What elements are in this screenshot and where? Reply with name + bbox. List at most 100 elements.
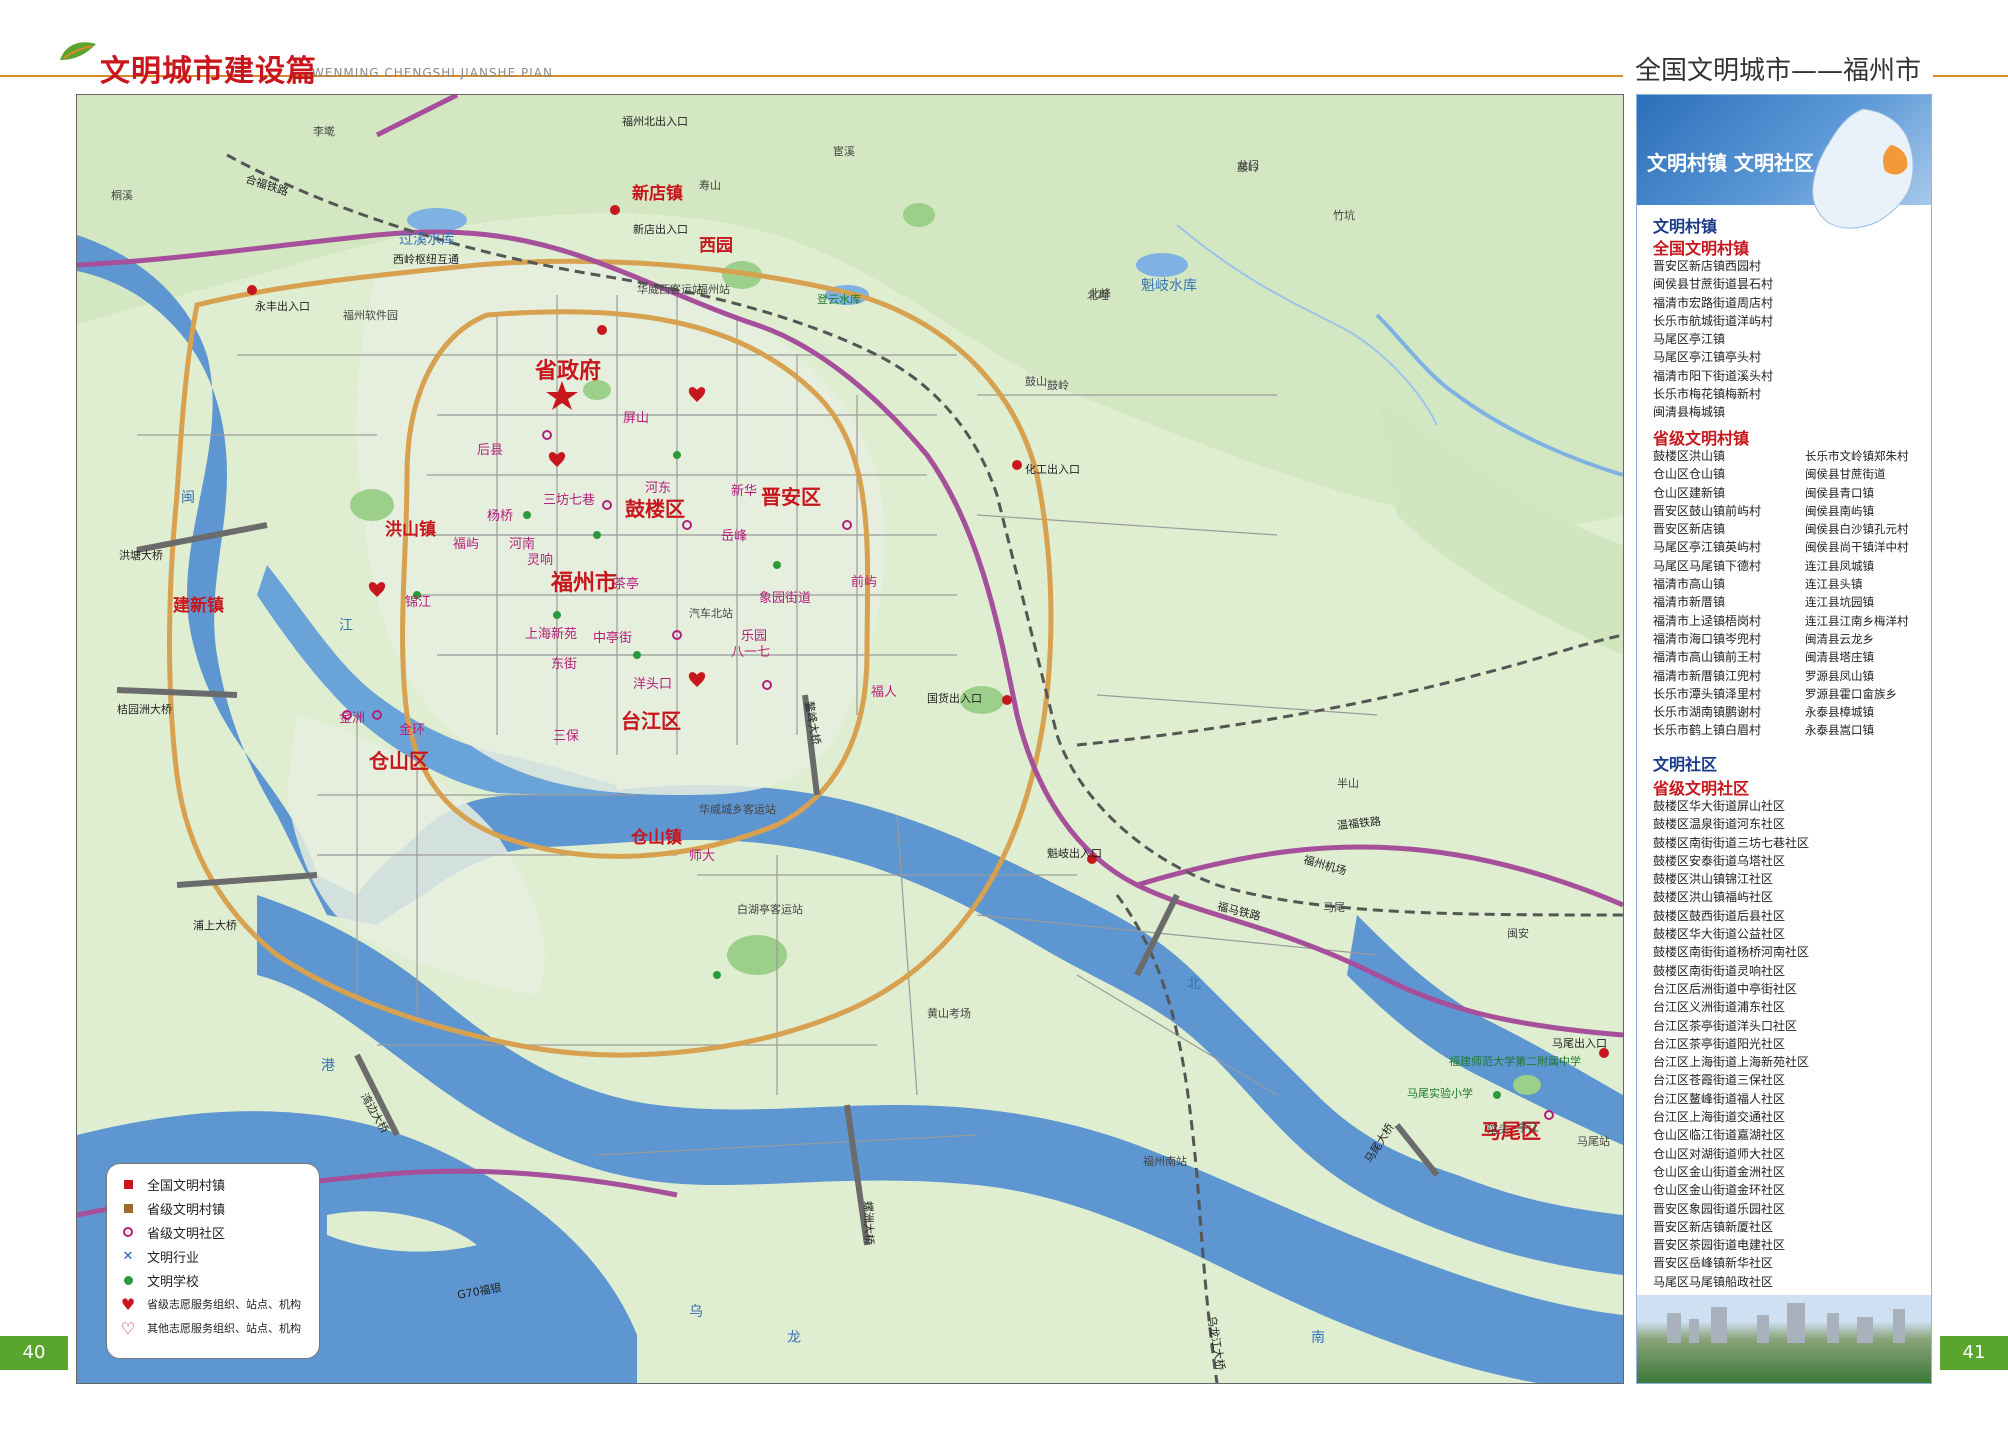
provincial-communities-heading: 省级文明社区: [1653, 779, 1750, 798]
map-legend: 全国文明村镇 省级文明村镇 省级文明社区 ✕ 文明行业 文明学校 ♥ 省级志愿服…: [106, 1163, 320, 1359]
legend-item: 文明学校: [117, 1268, 309, 1292]
list-item: 鼓楼区洪山镇: [1653, 449, 1726, 463]
list-item: 仓山区金山街道金环社区: [1653, 1183, 1786, 1198]
map-label-provincial-gov: 省政府: [535, 359, 602, 384]
national-villages-heading: 全国文明村镇: [1653, 239, 1750, 258]
map-label-water: 龙: [787, 1330, 801, 1346]
list-item: 福清市高山镇: [1653, 577, 1726, 592]
legend-item: ♡ 其他志愿服务组织、站点、机构: [117, 1316, 309, 1340]
map-label-jinan: 晋安区: [761, 485, 821, 509]
list-item: 晋安区岳峰镇新华社区: [1653, 1256, 1774, 1271]
list-item: 连江县江南乡梅洋村: [1805, 613, 1909, 628]
map-label-village: 宦溪: [833, 145, 855, 158]
legend-label: 文明行业: [147, 1250, 200, 1266]
map-label-fuzhou: 福州市: [551, 571, 618, 596]
section-heading-communities: 文明社区: [1653, 755, 1718, 774]
sidebar-panel: 文明村镇 文明社区 文明村镇 全国文明村镇 晋安区新店镇西园村 闽侯县甘蔗街道昙…: [1636, 94, 1932, 1384]
list-item: 闽侯县甘蔗街道昙石村: [1653, 277, 1774, 292]
map-label-community: 福人: [871, 685, 898, 700]
list-item: 晋安区茶园街道电建社区: [1653, 1238, 1786, 1253]
list-item: 闽侯县甘蔗街道: [1805, 467, 1886, 482]
map-label-gulou: 鼓楼区: [625, 497, 685, 521]
list-item: 鼓楼区华大街道屏山社区: [1653, 799, 1786, 813]
map-label-exit: 马尾出入口: [1552, 1037, 1607, 1050]
map-label-community: 师大: [689, 849, 716, 864]
map-label-village: 北埕: [1087, 289, 1109, 302]
map-label-community: 新华: [731, 484, 758, 499]
map-label-water: 南: [1311, 1330, 1325, 1346]
map-label-community: 金洲: [339, 711, 366, 726]
page-number-right: 41: [1940, 1336, 2008, 1370]
list-item: 闽清县塔庄镇: [1805, 650, 1874, 665]
list-item: 马尾区亭江镇亭头村: [1653, 350, 1762, 365]
legend-item: ♥ 省级志愿服务组织、站点、机构: [117, 1292, 309, 1316]
list-item: 仓山区对湖街道师大社区: [1653, 1146, 1786, 1161]
map-label-water: 魁岐水库: [1141, 278, 1197, 294]
map-label-bridge: 洪塘大桥: [119, 549, 163, 562]
map-label-community: 中亭街: [593, 631, 633, 646]
map-label-exit: 新店出入口: [633, 223, 688, 236]
list-item: 福清市宏路街道周店村: [1653, 295, 1774, 310]
list-item: 仓山区临江街道嘉湖社区: [1653, 1128, 1786, 1143]
heart-outline-icon: ♡: [120, 1318, 136, 1338]
list-item: 台江区茶亭街道洋头口社区: [1653, 1018, 1798, 1033]
map-label-water: 乌: [689, 1304, 703, 1320]
list-item: 鼓楼区南街街道杨桥河南社区: [1653, 945, 1810, 960]
map-label-community: 八一七: [731, 645, 771, 660]
provincial-villages-heading: 省级文明村镇: [1653, 429, 1750, 448]
heart-icon: ♥: [120, 1294, 136, 1314]
map-label-school: 福建师范大学第二附属中学: [1449, 1055, 1581, 1068]
square-icon: [123, 1203, 133, 1213]
section-title: 文明城市建设篇: [100, 54, 317, 89]
map-label-bridge: 螺洲大桥: [861, 1200, 876, 1246]
list-item: 闽清县梅城镇: [1653, 405, 1726, 420]
map-label-station: 福州南站: [1143, 1155, 1187, 1168]
map-label-exit: 化工出入口: [1025, 463, 1080, 476]
list-item: 台江区鳌峰街道福人社区: [1653, 1091, 1786, 1106]
list-item: 闽侯县尚干镇洋中村: [1805, 540, 1909, 555]
map-label-place: 黄山考场: [927, 1007, 971, 1020]
sidebar-banner-title: 文明村镇 文明社区: [1647, 151, 1814, 175]
map-label-exit: 国货出入口: [927, 692, 982, 705]
list-item: 长乐市梅花镇梅新村: [1653, 387, 1762, 402]
list-item: 鼓楼区华大街道公益社区: [1653, 927, 1786, 942]
legend-label: 省级志愿服务组织、站点、机构: [147, 1298, 301, 1311]
list-item: 鼓楼区安泰街道乌塔社区: [1653, 853, 1786, 868]
map-label-village: 闽安: [1507, 927, 1529, 940]
map-label-hongshan: 洪山镇: [385, 520, 436, 540]
list-item: 连江县头镇: [1805, 577, 1863, 592]
map-label-village: 亭江: [1517, 1121, 1539, 1134]
map-label-community: 屏山: [623, 411, 650, 426]
map-label-village: 马尾: [1323, 901, 1345, 914]
map-label-village: 鼓岭: [1237, 161, 1259, 174]
map-label-jianxin: 建新镇: [173, 596, 224, 616]
list-item: 鼓楼区温泉街道河东社区: [1653, 817, 1786, 832]
list-item: 台江区上海街道交通社区: [1653, 1110, 1786, 1125]
map-label-village: 竹坑: [1333, 209, 1355, 222]
legend-label: 文明学校: [147, 1274, 200, 1290]
map-label-community: 洋头口: [633, 677, 673, 692]
square-icon: [123, 1179, 133, 1189]
legend-item: 省级文明社区: [117, 1220, 309, 1244]
map-label-place: 鼓山: [1025, 375, 1047, 388]
map-label-community: 福屿: [453, 537, 480, 552]
list-item: 台江区茶亭街道阳光社区: [1653, 1036, 1786, 1051]
school-dot-icon: [123, 1275, 133, 1285]
national-villages-list: 晋安区新店镇西园村 闽侯县甘蔗街道昙石村 福清市宏路街道周店村 长乐市航城街道洋…: [1653, 257, 1923, 422]
map-label-exit: 福州北出入口: [622, 115, 688, 128]
page-number-left: 40: [0, 1336, 68, 1370]
list-item: 罗源县霍口畲族乡: [1805, 686, 1897, 701]
list-item: 福清市阳下街道溪头村: [1653, 368, 1774, 383]
list-item: 台江区后洲街道中亭街社区: [1653, 981, 1798, 996]
map-label-village: 鼓岭: [1047, 379, 1069, 392]
list-item: 晋安区新店镇新厦社区: [1653, 1219, 1774, 1234]
legend-label: 省级文明社区: [147, 1226, 226, 1242]
list-item: 永泰县樟城镇: [1805, 705, 1874, 720]
map-label-community: 三保: [553, 729, 580, 744]
map-label-community: 上海新苑: [525, 627, 578, 642]
map-label-place: 福州软件园: [343, 309, 398, 322]
list-item: 鼓楼区洪山镇锦江社区: [1653, 872, 1774, 887]
list-item: 福清市海口镇岑兜村: [1653, 631, 1762, 646]
list-item: 马尾区亭江镇: [1653, 332, 1726, 347]
list-item: 晋安区新店镇: [1653, 522, 1726, 537]
